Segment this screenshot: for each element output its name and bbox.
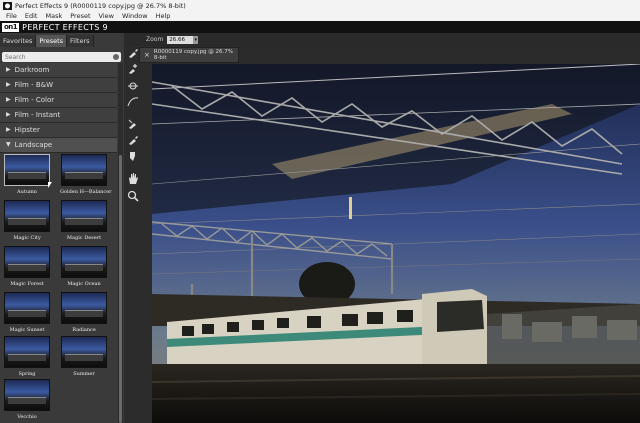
- brush-alt-icon[interactable]: [126, 118, 139, 130]
- preset-thumbnail: [61, 154, 107, 186]
- triangle-right-icon: ▶: [6, 111, 11, 118]
- curve-icon[interactable]: [126, 96, 139, 108]
- brand-mark: on1: [2, 22, 20, 32]
- brush-fill-icon[interactable]: [126, 134, 139, 146]
- preset-thumbnail: [4, 246, 50, 278]
- preset-label: Vecchio: [17, 414, 37, 420]
- category-label: Darkroom: [14, 66, 50, 74]
- preset-thumbnail: [4, 292, 50, 324]
- triangle-right-icon: ▶: [6, 126, 11, 133]
- preset-label: Magic Ocean: [67, 281, 101, 287]
- category-film-instant[interactable]: ▶ Film - Instant: [0, 108, 117, 123]
- title-bar: Perfect Effects 9 (R0000119 copy.jpg @ 2…: [0, 0, 640, 11]
- brush-plus-icon[interactable]: [126, 63, 139, 75]
- triangle-right-icon: ▶: [6, 66, 11, 73]
- tab-presets[interactable]: Presets: [36, 35, 68, 47]
- panel-scrollbar[interactable]: [118, 63, 123, 423]
- brand-name: PERFECT EFFECTS 9: [22, 22, 108, 32]
- category-landscape[interactable]: ▼ Landscape: [0, 138, 117, 153]
- tool-strip: [124, 33, 152, 423]
- tab-favorites[interactable]: Favorites: [0, 35, 37, 47]
- app-icon: [3, 1, 12, 10]
- category-label: Hipster: [14, 126, 40, 134]
- preset-spring[interactable]: Spring: [3, 336, 51, 377]
- search-box: [2, 52, 121, 62]
- preset-radiance[interactable]: Radiance: [60, 292, 108, 333]
- zoom-bar: Zoom 26.66 ▾: [124, 33, 640, 46]
- category-label: Film - Color: [14, 96, 55, 104]
- category-hipster[interactable]: ▶ Hipster: [0, 123, 117, 138]
- document-tab[interactable]: × R0000119 copy.jpg @ 26.7% 8-bit: [139, 47, 239, 63]
- category-film-color[interactable]: ▶ Film - Color: [0, 93, 117, 108]
- preset-thumbnail: [4, 200, 50, 232]
- preset-label: Magic Sunset: [9, 327, 45, 333]
- preset-label: Magic Forest: [10, 281, 44, 287]
- preset-golden-hour[interactable]: Golden H—Balancer: [60, 154, 112, 195]
- preset-label: Autumn: [16, 189, 38, 195]
- preset-summer[interactable]: Summer: [60, 336, 108, 377]
- zoom-input[interactable]: 26.66: [167, 35, 194, 44]
- preset-label: Golden H—Balancer: [60, 189, 112, 195]
- brush-icon[interactable]: [126, 47, 139, 59]
- preset-thumbnail: [4, 379, 50, 411]
- clear-search-icon[interactable]: [113, 54, 119, 60]
- category-film-bw[interactable]: ▶ Film - B&W: [0, 78, 117, 93]
- document-tab-label: R0000119 copy.jpg @ 26.7% 8-bit: [153, 49, 234, 61]
- preset-thumbnail: [61, 336, 107, 368]
- chisel-icon[interactable]: [126, 150, 139, 162]
- search-input[interactable]: [2, 52, 108, 62]
- preset-magic-sunset[interactable]: Magic Sunset: [3, 292, 51, 333]
- panel-tabs: Favorites Presets Filters: [0, 35, 124, 47]
- hand-icon[interactable]: [126, 172, 139, 184]
- triangle-right-icon: ▶: [6, 81, 11, 88]
- category-darkroom[interactable]: ▶ Darkroom: [0, 63, 117, 78]
- preset-vecchio[interactable]: Vecchio: [3, 379, 51, 420]
- preset-autumn[interactable]: Autumn: [3, 154, 51, 195]
- preset-label: Spring: [18, 371, 36, 377]
- preset-thumbnail: [4, 154, 50, 186]
- category-label: Film - Instant: [14, 111, 61, 119]
- preset-thumbnail: [61, 200, 107, 232]
- menu-view[interactable]: View: [99, 12, 114, 20]
- category-label: Film - B&W: [14, 81, 54, 89]
- preset-thumbnail: [4, 336, 50, 368]
- preset-magic-city[interactable]: Magic City: [3, 200, 51, 241]
- category-list: ▶ Darkroom ▶ Film - B&W ▶ Film - Color ▶ Fil…: [0, 63, 117, 153]
- tab-filters[interactable]: Filters: [67, 35, 94, 47]
- preset-magic-desert[interactable]: Magic Desert: [60, 200, 108, 241]
- triangle-down-icon: ▼: [6, 141, 11, 148]
- preset-magic-ocean[interactable]: Magic Ocean: [60, 246, 108, 287]
- category-label: Landscape: [14, 141, 53, 149]
- preset-label: Radiance: [72, 327, 96, 333]
- preset-label: Magic City: [13, 235, 41, 241]
- scrollbar-thumb[interactable]: [119, 155, 122, 423]
- menu-help[interactable]: Help: [156, 12, 171, 20]
- brand-logo: on1 PERFECT EFFECTS 9: [2, 22, 108, 32]
- image-canvas[interactable]: [152, 64, 640, 423]
- mouse-cursor-icon: [48, 182, 52, 188]
- zoom-dropdown-icon[interactable]: ▾: [193, 35, 199, 44]
- window-title: Perfect Effects 9 (R0000119 copy.jpg @ 2…: [15, 1, 186, 10]
- menu-preset[interactable]: Preset: [70, 12, 90, 20]
- preset-thumbnail: [61, 246, 107, 278]
- preset-label: Summer: [73, 371, 95, 377]
- menu-edit[interactable]: Edit: [25, 12, 38, 20]
- zoom-label: Zoom: [146, 36, 164, 43]
- menu-mask[interactable]: Mask: [45, 12, 62, 20]
- preset-thumbnail: [61, 292, 107, 324]
- mask-line-icon[interactable]: [126, 80, 139, 92]
- preset-magic-forest[interactable]: Magic Forest: [3, 246, 51, 287]
- brand-bar: on1 PERFECT EFFECTS 9: [0, 21, 640, 33]
- close-tab-icon[interactable]: ×: [144, 51, 150, 59]
- menu-file[interactable]: File: [6, 12, 17, 20]
- triangle-right-icon: ▶: [6, 96, 11, 103]
- magnifier-icon[interactable]: [126, 190, 139, 202]
- menu-bar: File Edit Mask Preset View Window Help: [0, 11, 640, 21]
- preset-label: Magic Desert: [66, 235, 102, 241]
- photo-preview: [152, 64, 640, 423]
- menu-window[interactable]: Window: [122, 12, 148, 20]
